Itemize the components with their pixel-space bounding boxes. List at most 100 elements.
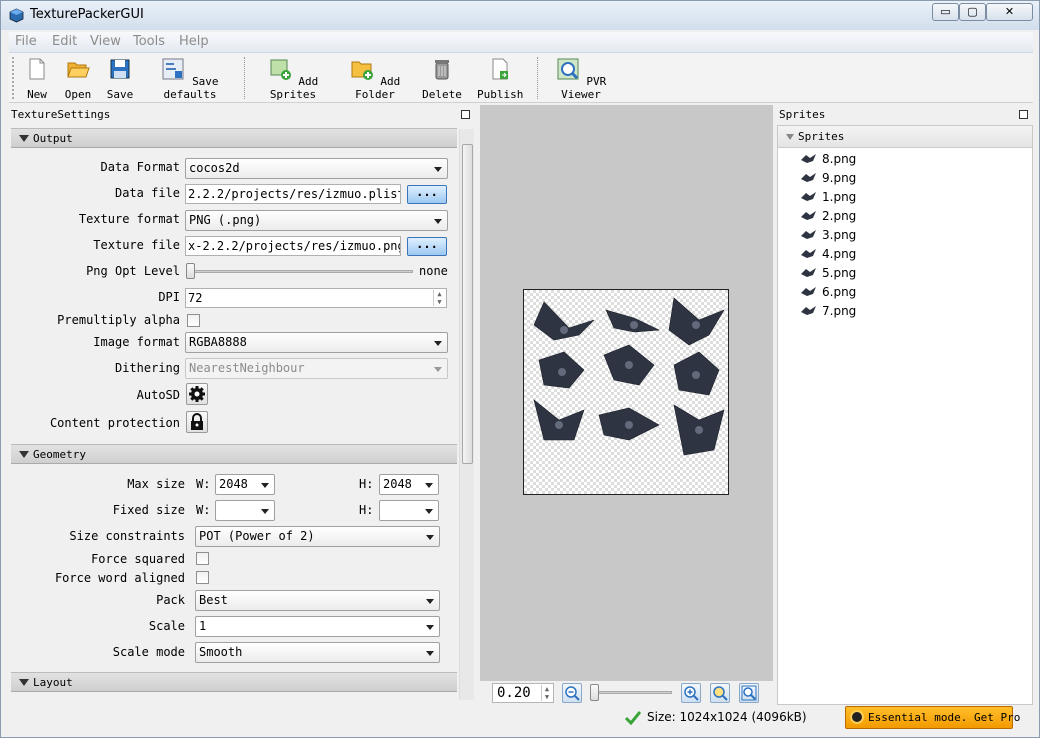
scale-mode-select[interactable]: Smooth <box>195 642 440 663</box>
section-layout-label: Layout <box>33 676 73 689</box>
zoom-slider-handle[interactable] <box>590 684 599 701</box>
save-defaults-button[interactable]: Save defaults <box>149 57 231 101</box>
data-file-browse-button[interactable]: ... <box>407 185 447 204</box>
png-opt-slider-handle[interactable] <box>186 263 195 279</box>
menu-edit[interactable]: Edit <box>52 34 77 49</box>
fixed-height-select[interactable] <box>379 500 439 521</box>
publish-button[interactable]: Publish <box>477 57 523 101</box>
sprite-item[interactable]: 4.png <box>800 245 856 264</box>
sprites-panel-title: Sprites <box>777 105 1033 125</box>
zoom-input[interactable]: 0.20 ▲ ▼ <box>492 683 554 703</box>
settings-scrollbar[interactable] <box>459 129 474 700</box>
publish-icon <box>492 58 508 80</box>
pack-value: Best <box>199 593 228 607</box>
zoom-bar: 0.20 ▲ ▼ <box>480 681 773 705</box>
close-button[interactable]: ✕ <box>986 3 1033 21</box>
sprite-item-label: 2.png <box>822 209 857 223</box>
force-word-checkbox[interactable] <box>196 571 209 584</box>
texture-file-input[interactable]: x-2.2.2/projects/res/izmuo.png <box>185 236 401 256</box>
status-bar: Size: 1024x1024 (4096kB) Essential mode.… <box>9 705 1033 731</box>
max-height-select[interactable]: 2048 <box>379 474 439 495</box>
add-folder-button[interactable]: Add Folder <box>344 57 406 101</box>
data-format-select[interactable]: cocos2d <box>185 158 448 179</box>
pvr-viewer-icon <box>557 58 579 80</box>
image-format-value: RGBA8888 <box>189 335 247 349</box>
sprite-item-label: 5.png <box>822 266 857 280</box>
dpi-spin-arrows-icon[interactable]: ▲ ▼ <box>433 290 445 306</box>
premultiply-checkbox[interactable] <box>187 314 200 327</box>
scale-mode-label: Scale mode <box>112 645 185 659</box>
sprite-item[interactable]: 3.png <box>800 226 856 245</box>
zoom-slider-track[interactable] <box>590 691 672 694</box>
settings-scrollbar-thumb[interactable] <box>462 144 473 464</box>
dithering-value: NearestNeighbour <box>189 361 305 375</box>
menu-view[interactable]: View <box>90 34 121 49</box>
size-constraints-select[interactable]: POT (Power of 2) <box>195 526 440 547</box>
zoom-spin-arrows-icon[interactable]: ▲ ▼ <box>541 685 552 701</box>
image-format-select[interactable]: RGBA8888 <box>185 332 448 353</box>
size-constraints-value: POT (Power of 2) <box>199 529 315 543</box>
chevron-down-icon <box>426 625 434 630</box>
toolbar-grip[interactable] <box>12 57 15 99</box>
save-label: Save <box>106 88 134 101</box>
section-geometry[interactable]: Geometry <box>11 444 457 464</box>
autosd-button[interactable] <box>186 383 208 405</box>
preview-canvas[interactable] <box>480 105 773 681</box>
max-w-label: W: <box>196 477 211 491</box>
fixed-size-label: Fixed size <box>112 503 185 517</box>
pvr-viewer-button[interactable]: PVR Viewer <box>550 57 612 101</box>
png-opt-slider-track[interactable] <box>189 270 413 273</box>
maximize-button[interactable]: ▢ <box>959 3 986 21</box>
new-button[interactable]: New <box>24 57 50 101</box>
delete-button[interactable]: Delete <box>422 57 462 101</box>
zoom-out-icon <box>565 686 580 701</box>
delete-label: Delete <box>422 88 462 101</box>
close-icon: ✕ <box>1004 5 1015 18</box>
menu-help[interactable]: Help <box>179 34 209 49</box>
sprite-thumbnail-icon <box>801 306 816 315</box>
content-protection-button[interactable] <box>186 411 208 433</box>
max-width-value: 2048 <box>219 477 248 491</box>
max-width-select[interactable]: 2048 <box>215 474 275 495</box>
sprite-item[interactable]: 9.png <box>800 169 856 188</box>
save-button[interactable]: Save <box>106 57 134 101</box>
sprite-item[interactable]: 1.png <box>800 188 856 207</box>
float-panel-icon[interactable] <box>461 110 470 119</box>
zoom-actual-size-icon <box>713 686 728 701</box>
dpi-input[interactable]: 72 ▲ ▼ <box>185 288 447 308</box>
sprite-item[interactable]: 6.png <box>800 283 856 302</box>
sprite-item[interactable]: 5.png <box>800 264 856 283</box>
dithering-label: Dithering <box>114 361 180 375</box>
image-format-label: Image format <box>93 335 180 349</box>
zoom-out-button[interactable] <box>562 683 582 703</box>
sprite-item[interactable]: 8.png <box>800 150 856 169</box>
zoom-actual-button[interactable] <box>710 683 730 703</box>
texture-format-select[interactable]: PNG (.png) <box>185 210 448 231</box>
fixed-width-select[interactable] <box>215 500 275 521</box>
open-button[interactable]: Open <box>63 57 93 101</box>
chevron-down-icon <box>261 509 269 514</box>
pack-select[interactable]: Best <box>195 590 440 611</box>
section-layout[interactable]: Layout <box>11 672 457 692</box>
float-panel-icon[interactable] <box>1019 110 1028 119</box>
scale-value: 1 <box>199 619 207 633</box>
texture-file-browse-button[interactable]: ... <box>407 237 447 256</box>
scale-select[interactable]: 1 <box>195 616 440 637</box>
max-h-label: H: <box>359 477 374 491</box>
dithering-select[interactable]: NearestNeighbour <box>185 358 448 379</box>
add-sprites-button[interactable]: Add Sprites <box>259 57 327 101</box>
toolbar: New Open Save Save defaults Add Sprites … <box>9 53 1033 103</box>
sprite-item[interactable]: 2.png <box>800 207 856 226</box>
sprites-tree-root[interactable]: Sprites <box>778 126 1032 148</box>
zoom-fit-button[interactable] <box>739 683 759 703</box>
sprite-item[interactable]: 7.png <box>800 302 856 321</box>
section-output[interactable]: Output <box>11 128 457 148</box>
menu-tools[interactable]: Tools <box>133 34 165 49</box>
force-squared-checkbox[interactable] <box>196 552 209 565</box>
get-pro-button[interactable]: Essential mode. Get Pro <box>845 706 1020 729</box>
new-file-icon <box>29 58 45 80</box>
menu-file[interactable]: File <box>15 34 37 49</box>
minimize-button[interactable]: ▭ <box>932 3 959 21</box>
zoom-in-button[interactable] <box>681 683 701 703</box>
data-file-input[interactable]: 2.2.2/projects/res/izmuo.plist <box>185 184 401 204</box>
